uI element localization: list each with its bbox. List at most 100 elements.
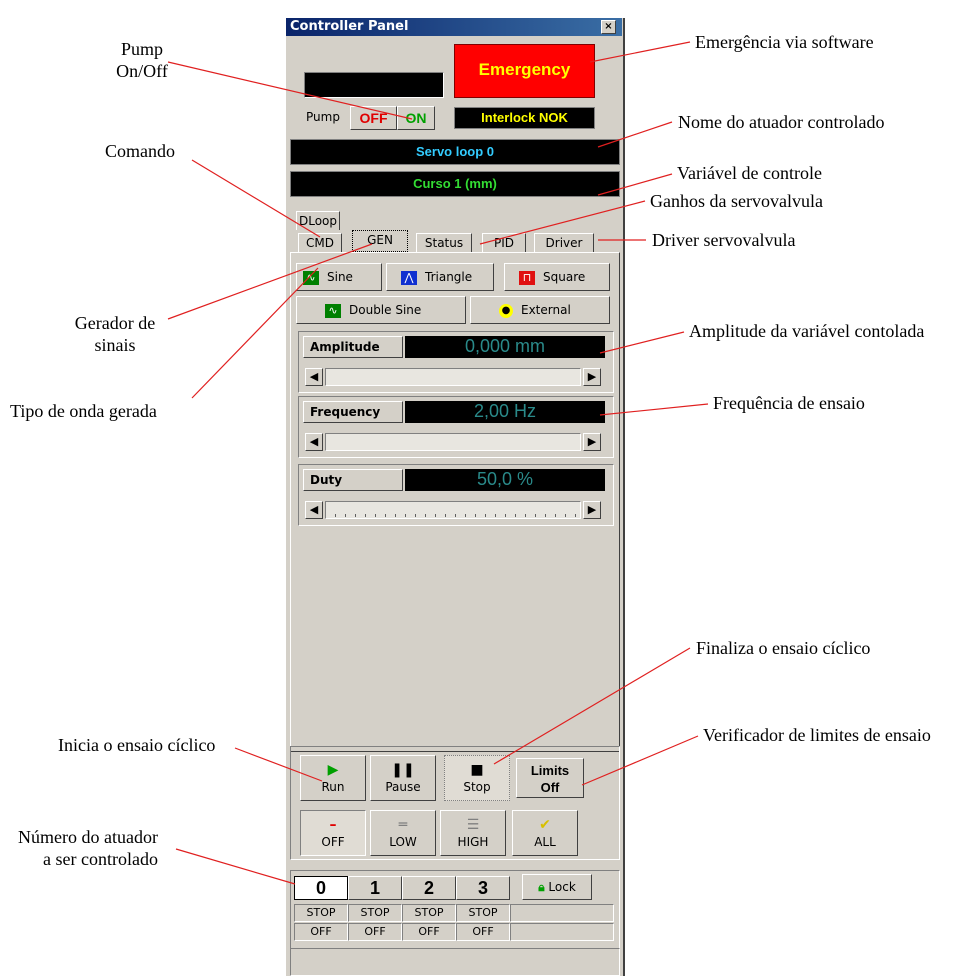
amplitude-slider[interactable]	[325, 368, 581, 386]
annotation-wave-type: Tipo de onda gerada	[10, 401, 157, 421]
pause-icon: ❚❚	[391, 762, 415, 778]
wave-sine-button[interactable]: ∿ Sine	[296, 263, 382, 291]
external-icon: ●	[499, 303, 513, 318]
amplitude-right-arrow-icon[interactable]: ▶	[583, 368, 601, 386]
close-icon[interactable]: ×	[601, 20, 616, 34]
frequency-value: 2,00 Hz	[405, 401, 605, 423]
annotation-finish: Finaliza o ensaio cíclico	[696, 638, 871, 658]
tab-cmd[interactable]: CMD	[298, 233, 342, 252]
duty-label: Duty	[303, 469, 403, 491]
actuator-0-button[interactable]: 0	[294, 876, 348, 900]
lock-label: Lock	[548, 880, 576, 894]
pointer-actuator-number	[175, 848, 296, 885]
wave-sine-label: Sine	[327, 270, 353, 284]
annotation-gains: Ganhos da servovalvula	[650, 191, 823, 211]
pause-label: Pause	[385, 780, 421, 794]
tab-driver[interactable]: Driver	[534, 233, 594, 252]
pressure-off-label: OFF	[321, 835, 345, 849]
low-level-icon: ═	[398, 817, 408, 833]
amplitude-value: 0,000 mm	[405, 336, 605, 358]
minus-icon: –	[329, 817, 337, 833]
amplitude-left-arrow-icon[interactable]: ◀	[305, 368, 323, 386]
pressure-low-label: LOW	[389, 835, 417, 849]
pressure-high-label: HIGH	[457, 835, 489, 849]
lock-icon: 🔒︎	[538, 880, 545, 894]
frequency-group: Frequency 2,00 Hz ◀ ▶	[298, 396, 614, 458]
wave-triangle-button[interactable]: ⋀ Triangle	[386, 263, 494, 291]
frequency-right-arrow-icon[interactable]: ▶	[583, 433, 601, 451]
frequency-left-arrow-icon[interactable]: ◀	[305, 433, 323, 451]
stop-icon: ■	[470, 762, 484, 778]
status-display	[304, 72, 444, 98]
stop-label: Stop	[463, 780, 491, 794]
tab-pid[interactable]: PID	[482, 233, 526, 252]
duty-left-arrow-icon[interactable]: ◀	[305, 501, 323, 519]
limits-label: Limits	[530, 763, 570, 778]
title-bar: Controller Panel ×	[286, 18, 622, 36]
wave-double-sine-label: Double Sine	[349, 303, 422, 317]
actuator-3-button[interactable]: 3	[456, 876, 510, 900]
actuator-3-pump: OFF	[456, 923, 510, 941]
actuator-0-state: STOP	[294, 904, 348, 922]
actuator-1-button[interactable]: 1	[348, 876, 402, 900]
annotation-actuator-name: Nome do atuador controlado	[678, 112, 885, 132]
controller-panel: Controller Panel × Emergency Pump OFF ON…	[285, 18, 625, 976]
annotation-start: Inicia o ensaio cíclico	[58, 735, 216, 755]
annotation-pump-onoff: Pump On/Off	[116, 39, 168, 81]
double-sine-icon: ∿	[325, 303, 341, 318]
wave-square-label: Square	[543, 270, 586, 284]
amplitude-label: Amplitude	[303, 336, 403, 358]
wave-external-label: External	[521, 303, 571, 317]
actuator-state-blank	[510, 904, 614, 922]
limits-button[interactable]: Limits Off	[516, 758, 584, 798]
actuator-2-button[interactable]: 2	[402, 876, 456, 900]
pressure-low-button[interactable]: ═ LOW	[370, 810, 436, 856]
actuator-pump-blank	[510, 923, 614, 941]
pump-on-button[interactable]: ON	[397, 106, 435, 130]
actuator-2-pump: OFF	[402, 923, 456, 941]
sine-icon: ∿	[303, 270, 319, 285]
limits-state: Off	[540, 780, 560, 795]
wave-square-button[interactable]: ⊓ Square	[504, 263, 610, 291]
pressure-high-button[interactable]: ☰ HIGH	[440, 810, 506, 856]
window-title: Controller Panel	[290, 19, 409, 34]
annotation-limits: Verificador de limites de ensaio	[703, 725, 931, 745]
status-bar	[290, 948, 620, 976]
high-level-icon: ☰	[466, 817, 480, 833]
actuator-3-state: STOP	[456, 904, 510, 922]
wave-triangle-label: Triangle	[425, 270, 473, 284]
actuator-0-pump: OFF	[294, 923, 348, 941]
annotation-control-variable: Variável de controle	[677, 163, 822, 183]
tab-dloop[interactable]: DLoop	[296, 211, 340, 230]
wave-double-sine-button[interactable]: ∿ Double Sine	[296, 296, 466, 324]
wave-external-button[interactable]: ● External	[470, 296, 610, 324]
annotation-amplitude: Amplitude da variável contolada	[689, 321, 925, 341]
duty-slider[interactable]	[325, 501, 581, 519]
run-button[interactable]: ▶ Run	[300, 755, 366, 801]
emergency-button[interactable]: Emergency	[454, 44, 595, 98]
annotation-driver: Driver servovalvula	[652, 230, 796, 250]
frequency-slider[interactable]	[325, 433, 581, 451]
pressure-all-label: ALL	[534, 835, 556, 849]
pressure-off-button[interactable]: – OFF	[300, 810, 366, 856]
tab-gen[interactable]: GEN	[352, 230, 408, 252]
run-label: Run	[321, 780, 345, 794]
interlock-indicator: Interlock NOK	[454, 107, 595, 129]
duty-value: 50,0 %	[405, 469, 605, 491]
duty-right-arrow-icon[interactable]: ▶	[583, 501, 601, 519]
actuator-name: Servo loop 0	[290, 139, 620, 165]
stop-button[interactable]: ■ Stop	[444, 755, 510, 801]
annotation-actuator-number: Número do atuador a ser controlado	[18, 827, 158, 869]
pressure-all-button[interactable]: ✔ ALL	[512, 810, 578, 856]
frequency-label: Frequency	[303, 401, 403, 423]
pause-button[interactable]: ❚❚ Pause	[370, 755, 436, 801]
control-variable: Curso 1 (mm)	[290, 171, 620, 197]
actuator-1-pump: OFF	[348, 923, 402, 941]
annotation-signal-generator: Gerador de sinais	[74, 313, 156, 355]
lock-button[interactable]: 🔒︎ Lock	[522, 874, 592, 900]
pump-off-button[interactable]: OFF	[350, 106, 397, 130]
check-icon: ✔	[539, 817, 551, 833]
tab-status[interactable]: Status	[416, 233, 472, 252]
pump-label: Pump	[306, 110, 340, 124]
duty-group: Duty 50,0 % ◀ ▶	[298, 464, 614, 526]
